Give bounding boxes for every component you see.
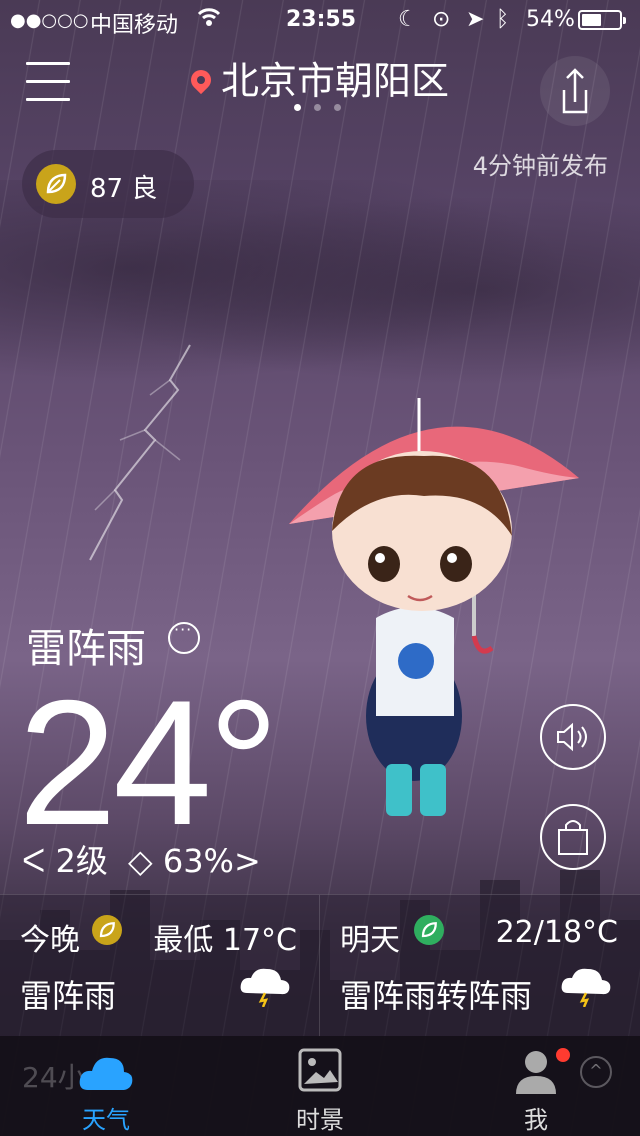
wind-level: 2级 <box>55 842 108 880</box>
shopping-bag-icon <box>558 820 588 855</box>
expand-up-button[interactable]: ^ <box>580 1056 612 1088</box>
current-temperature: 24° <box>18 663 279 862</box>
tomorrow-aqi-leaf-icon <box>414 915 444 945</box>
tonight-low: 最低 17°C <box>153 923 297 958</box>
tonight-condition: 雷阵雨 <box>20 977 117 1015</box>
signal-strength: ●●○○○ <box>10 10 89 31</box>
wifi-icon <box>196 4 222 36</box>
page-dot <box>314 104 321 111</box>
page-indicator <box>294 104 354 114</box>
humidity-icon: ◇ <box>128 842 153 880</box>
tomorrow-forecast[interactable]: 明天 22/18°C 雷阵雨转阵雨 <box>320 894 640 1037</box>
tonight-forecast[interactable]: 今晚 最低 17°C 雷阵雨 <box>0 894 320 1037</box>
tab-me-label: 我 <box>524 1106 548 1134</box>
person-icon <box>516 1051 556 1094</box>
battery-percent: 54% <box>526 7 575 32</box>
moon-icon: ☾ <box>398 7 418 32</box>
thunderstorm-icon <box>561 968 611 1007</box>
tab-scenery[interactable]: 时景 <box>260 1036 380 1136</box>
chevron-right-icon: > <box>233 842 261 880</box>
thunderstorm-icon <box>240 968 290 1007</box>
more-info-button[interactable] <box>168 620 200 654</box>
lightning-bolt <box>89 344 191 561</box>
notification-dot <box>556 1048 570 1062</box>
location-arrow-icon: ➤ <box>466 7 485 32</box>
tab-weather[interactable]: 天气 <box>46 1036 166 1136</box>
tab-scenery-label: 时景 <box>296 1106 344 1134</box>
share-button[interactable] <box>540 56 610 126</box>
tab-weather-label: 天气 <box>82 1106 130 1134</box>
leaf-icon <box>36 164 76 204</box>
page-dot <box>294 104 301 111</box>
mascot-with-umbrella <box>289 398 579 816</box>
shop-button[interactable] <box>540 804 606 870</box>
share-icon <box>562 68 588 114</box>
tonight-aqi-leaf-icon <box>92 915 122 945</box>
location-pin-icon <box>186 65 216 95</box>
battery-icon <box>578 10 626 30</box>
wind-icon: ᐸ <box>22 842 46 880</box>
location-name: 北京市朝阳区 <box>220 59 449 103</box>
tab-me[interactable]: 我 <box>476 1036 596 1136</box>
voice-broadcast-button[interactable] <box>540 704 606 770</box>
tomorrow-range: 22/18°C <box>495 915 618 950</box>
humidity-value: 63% <box>162 842 234 880</box>
tab-bar: 24小 天气 时景 我 ^ <box>0 1036 640 1136</box>
tomorrow-label: 明天 <box>340 923 400 958</box>
status-bar: ●●○○○ 中国移动 23:55 ☾ ⊙ ➤ ᛒ 54% <box>0 0 640 40</box>
speaker-icon <box>557 722 587 752</box>
carrier-name: 中国移动 <box>90 13 179 38</box>
tomorrow-condition: 雷阵雨转阵雨 <box>340 977 533 1015</box>
aqi-value: 87 <box>90 174 124 204</box>
publish-time: 4分钟前发布 <box>472 152 608 180</box>
air-quality-badge[interactable]: 87 良 <box>22 150 194 218</box>
cloud-icon <box>79 1057 133 1090</box>
aqi-level: 良 <box>131 174 158 204</box>
bluetooth-icon: ᛒ <box>496 7 510 32</box>
photo-icon <box>298 1048 342 1092</box>
tonight-label: 今晚 <box>20 923 80 958</box>
page-dot <box>334 104 341 111</box>
clock: 23:55 <box>286 7 357 32</box>
rotation-lock-icon: ⊙ <box>432 7 451 32</box>
wind-humidity-row[interactable]: ᐸ 2级 ◇ 63%> <box>22 836 261 882</box>
